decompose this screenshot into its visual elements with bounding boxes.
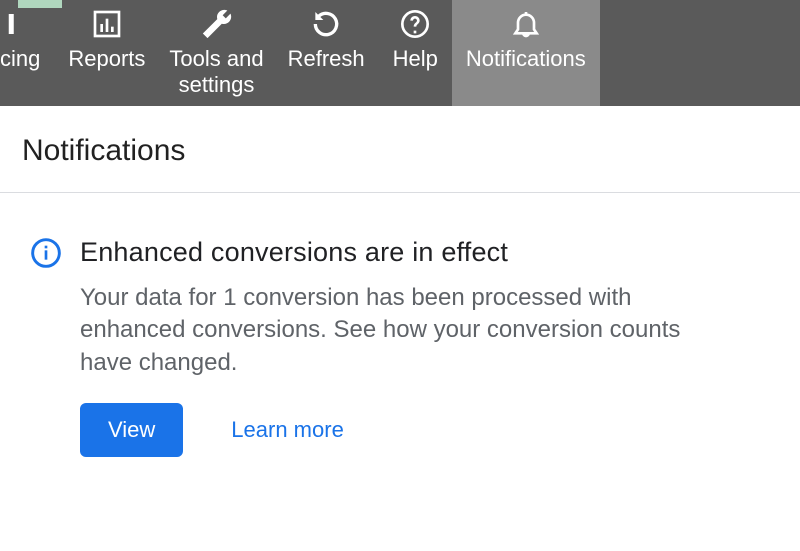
page-title: Notifications [0,106,800,192]
pricing-icon [5,6,35,42]
toolbar-label: Help [393,46,438,72]
bell-icon [510,6,542,42]
toolbar-label: Tools and settings [169,46,263,99]
toolbar-pricing[interactable]: cing [0,0,54,106]
info-icon [30,237,62,457]
toolbar-reports[interactable]: Reports [54,0,159,106]
view-button[interactable]: View [80,403,183,457]
top-toolbar: cing Reports Tools and settings Refresh … [0,0,800,106]
refresh-icon [310,6,342,42]
reports-icon [91,6,123,42]
notification-body: Your data for 1 conversion has been proc… [80,282,720,379]
toolbar-help[interactable]: Help [379,0,452,106]
toolbar-tools-settings[interactable]: Tools and settings [159,0,273,106]
toolbar-label: Notifications [466,46,586,72]
notification-title: Enhanced conversions are in effect [80,237,780,268]
learn-more-link[interactable]: Learn more [231,417,344,443]
toolbar-notifications[interactable]: Notifications [452,0,600,106]
help-icon [399,6,431,42]
highlight-overlay [18,0,62,8]
toolbar-label: cing [0,46,40,72]
wrench-icon [200,6,234,42]
toolbar-label: Reports [68,46,145,72]
notification-card: Enhanced conversions are in effect Your … [0,193,800,457]
toolbar-label: Refresh [288,46,365,72]
toolbar-refresh[interactable]: Refresh [274,0,379,106]
notification-actions: View Learn more [80,403,780,457]
